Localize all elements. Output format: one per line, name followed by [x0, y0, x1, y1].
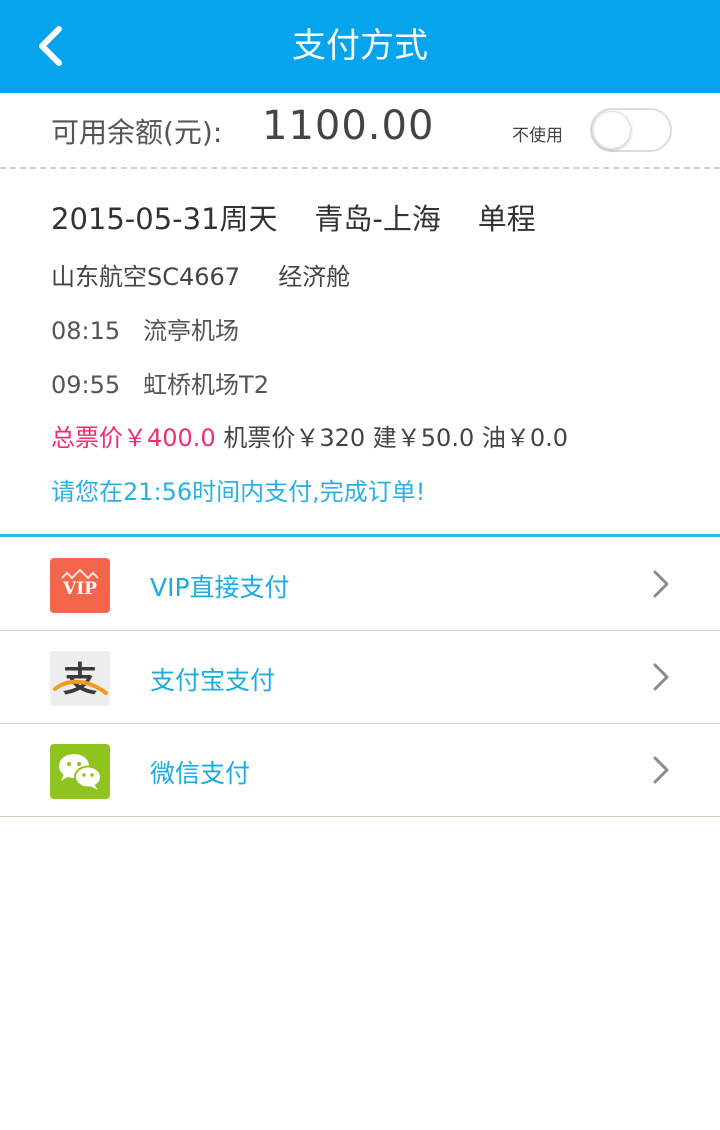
arrival-time: 09:55 — [51, 371, 121, 399]
chevron-right-icon — [653, 663, 669, 691]
vip-icon: VIP — [50, 558, 110, 613]
arrival-row: 09:55 虹桥机场T2 — [51, 365, 269, 400]
pay-method-alipay[interactable]: 支 支付宝支付 — [0, 631, 720, 723]
departure-time: 08:15 — [51, 317, 121, 345]
toggle-knob — [593, 111, 631, 149]
vip-icon-text: VIP — [62, 579, 97, 599]
section-divider — [0, 534, 720, 537]
price-breakdown: 机票价￥320 建￥50.0 油￥0.0 — [215, 424, 569, 452]
dashed-divider — [0, 167, 720, 169]
balance-label: 可用余额(元): — [51, 116, 223, 149]
total-price: 总票价￥400.0 — [51, 424, 216, 452]
app-header: 支付方式 — [0, 0, 720, 93]
chevron-right-icon — [653, 756, 669, 784]
flight-info: 山东航空SC4667 经济舱 — [51, 263, 351, 291]
price-row: 总票价￥400.0 机票价￥320 建￥50.0 油￥0.0 — [51, 418, 568, 453]
alipay-icon: 支 — [50, 651, 110, 706]
balance-row: 可用余额(元): 1100.00 不使用 — [0, 93, 720, 169]
page-title: 支付方式 — [292, 26, 428, 66]
chevron-left-icon — [39, 26, 62, 66]
pay-method-wechat[interactable]: 微信支付 — [0, 724, 720, 816]
departure-airport: 流亭机场 — [143, 317, 240, 345]
divider — [0, 816, 720, 817]
chevron-right-icon — [653, 570, 669, 598]
arrival-airport: 虹桥机场T2 — [143, 371, 269, 399]
pay-method-label: VIP直接支付 — [150, 573, 290, 602]
payment-deadline: 请您在21:56时间内支付,完成订单! — [51, 478, 426, 506]
use-balance-toggle[interactable] — [590, 108, 672, 152]
balance-amount: 1100.00 — [262, 103, 435, 149]
departure-row: 08:15 流亭机场 — [51, 311, 239, 346]
trip-summary: 2015-05-31周天 青岛-上海 单程 — [51, 202, 536, 236]
toggle-label: 不使用 — [512, 126, 563, 146]
pay-method-label: 支付宝支付 — [150, 666, 276, 695]
pay-method-vip[interactable]: VIP VIP直接支付 — [0, 538, 720, 630]
back-button[interactable] — [28, 22, 72, 70]
pay-method-label: 微信支付 — [150, 759, 251, 788]
wechat-icon — [50, 744, 110, 799]
